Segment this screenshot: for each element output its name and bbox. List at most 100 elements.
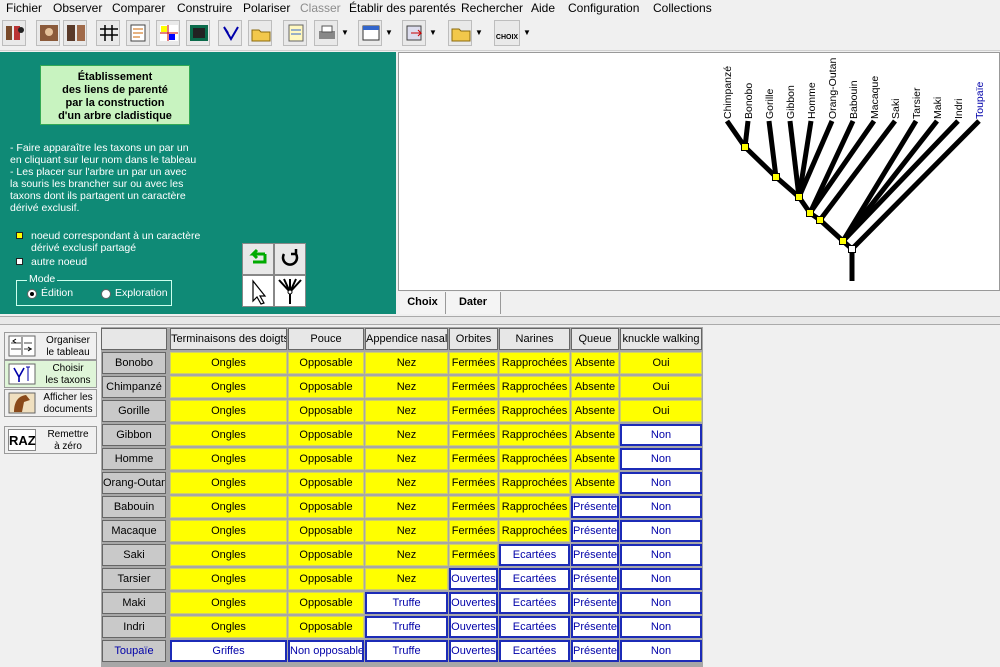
table-cell[interactable]: Ongles: [170, 592, 287, 614]
sheet-icon[interactable]: [126, 20, 150, 46]
table-cell[interactable]: Absente: [571, 352, 619, 374]
menu-établir-des-parentés[interactable]: Établir des parentés: [349, 1, 456, 15]
tree-node[interactable]: [816, 216, 824, 224]
column-header[interactable]: Appendice nasal: [365, 328, 448, 350]
taxon-label[interactable]: Orang-Outan: [827, 58, 839, 119]
print-icon[interactable]: [314, 20, 338, 46]
table-cell[interactable]: Ecartées: [499, 640, 570, 662]
table-cell[interactable]: Rapprochées: [499, 352, 570, 374]
table-cell[interactable]: Ongles: [170, 352, 287, 374]
table-cell[interactable]: Opposable: [288, 616, 364, 638]
table-cell[interactable]: Ouvertes: [449, 640, 498, 662]
table-cell[interactable]: Fermées: [449, 544, 498, 566]
table-cell[interactable]: Oui: [620, 352, 702, 374]
table-cell[interactable]: Ecartées: [499, 592, 570, 614]
taxon-label[interactable]: Chimpanzé: [722, 66, 734, 119]
row-header-taxon[interactable]: Chimpanzé: [102, 376, 166, 398]
row-header-taxon[interactable]: Babouin: [102, 496, 166, 518]
table-cell[interactable]: Ongles: [170, 424, 287, 446]
row-header-taxon[interactable]: Tarsier: [102, 568, 166, 590]
folder-dropdown-arrow[interactable]: ▼: [474, 20, 484, 46]
table-cell[interactable]: Non: [620, 544, 702, 566]
mode-edit-label[interactable]: Édition: [41, 287, 73, 299]
choose-taxa-button[interactable]: Choisir les taxons: [4, 360, 97, 388]
export-icon[interactable]: [402, 20, 426, 46]
photo-icon[interactable]: [36, 20, 60, 46]
menu-rechercher[interactable]: Rechercher: [461, 1, 523, 15]
splitter[interactable]: [0, 316, 1000, 325]
menu-configuration[interactable]: Configuration: [568, 1, 639, 15]
table-cell[interactable]: Présente: [571, 616, 619, 638]
mode-explore-label[interactable]: Exploration: [115, 287, 168, 299]
table-cell[interactable]: Présente: [571, 640, 619, 662]
table-cell[interactable]: Fermées: [449, 400, 498, 422]
row-header-taxon[interactable]: Gibbon: [102, 424, 166, 446]
table-cell[interactable]: Absente: [571, 376, 619, 398]
compare-photos-icon[interactable]: [63, 20, 87, 46]
column-header[interactable]: Terminaisons des doigts: [170, 328, 287, 350]
taxon-label[interactable]: Toupaïe: [974, 81, 986, 119]
table-cell[interactable]: Non: [620, 568, 702, 590]
menu-aide[interactable]: Aide: [531, 1, 555, 15]
tree-node[interactable]: [795, 193, 803, 201]
table-cell[interactable]: Non: [620, 616, 702, 638]
branch-tool-button[interactable]: [274, 275, 306, 307]
table-cell[interactable]: Absente: [571, 472, 619, 494]
table-cell[interactable]: Fermées: [449, 448, 498, 470]
table-cell[interactable]: Rapprochées: [499, 472, 570, 494]
table-cell[interactable]: Fermées: [449, 376, 498, 398]
table-cell[interactable]: Griffes: [170, 640, 287, 662]
table-cell[interactable]: Ongles: [170, 544, 287, 566]
table-cell[interactable]: Truffe: [365, 640, 448, 662]
choix-icon[interactable]: CHOIX: [494, 20, 520, 46]
table-cell[interactable]: Fermées: [449, 496, 498, 518]
table-cell[interactable]: Présente: [571, 568, 619, 590]
table-cell[interactable]: Absente: [571, 424, 619, 446]
table-cell[interactable]: Rapprochées: [499, 400, 570, 422]
table-cell[interactable]: Non: [620, 448, 702, 470]
table-cell[interactable]: Opposable: [288, 568, 364, 590]
table-cell[interactable]: Ongles: [170, 448, 287, 470]
taxon-label[interactable]: Bonobo: [743, 83, 755, 119]
table-cell[interactable]: Non: [620, 424, 702, 446]
table-cell[interactable]: Ongles: [170, 568, 287, 590]
menu-construire[interactable]: Construire: [177, 1, 232, 15]
table-cell[interactable]: Non: [620, 496, 702, 518]
color-table-icon[interactable]: [186, 20, 210, 46]
table-cell[interactable]: Non: [620, 592, 702, 614]
menu-collections[interactable]: Collections: [653, 1, 712, 15]
show-documents-button[interactable]: Afficher les documents: [4, 389, 97, 417]
table-cell[interactable]: Opposable: [288, 400, 364, 422]
row-header-taxon[interactable]: Saki: [102, 544, 166, 566]
mode-edit-radio[interactable]: [27, 289, 37, 299]
table-cell[interactable]: Absente: [571, 448, 619, 470]
table-cell[interactable]: Ongles: [170, 472, 287, 494]
table-cell[interactable]: Oui: [620, 376, 702, 398]
table-cell[interactable]: Présente: [571, 520, 619, 542]
mode-explore-radio[interactable]: [101, 289, 111, 299]
table-cell[interactable]: Opposable: [288, 424, 364, 446]
table-cell[interactable]: Nez: [365, 520, 448, 542]
table-cell[interactable]: Fermées: [449, 424, 498, 446]
table-cell[interactable]: Opposable: [288, 448, 364, 470]
table-cell[interactable]: Nez: [365, 544, 448, 566]
table-cell[interactable]: Ecartées: [499, 616, 570, 638]
tree-node[interactable]: [806, 209, 814, 217]
table-cell[interactable]: Présente: [571, 496, 619, 518]
tree-node[interactable]: [741, 143, 749, 151]
taxon-label[interactable]: Gorille: [764, 88, 776, 119]
table-cell[interactable]: Nez: [365, 496, 448, 518]
table-cell[interactable]: Non: [620, 520, 702, 542]
table-cell[interactable]: Opposable: [288, 544, 364, 566]
column-header[interactable]: Narines: [499, 328, 570, 350]
table-cell[interactable]: Opposable: [288, 376, 364, 398]
table-cell[interactable]: Opposable: [288, 520, 364, 542]
grid-icon[interactable]: [96, 20, 120, 46]
organize-table-button[interactable]: Organiser le tableau: [4, 332, 97, 360]
cladogram-icon[interactable]: [218, 20, 242, 46]
taxon-label[interactable]: Indri: [953, 99, 965, 119]
table-cell[interactable]: Ouvertes: [449, 616, 498, 638]
row-header-taxon[interactable]: Maki: [102, 592, 166, 614]
table-cell[interactable]: Opposable: [288, 352, 364, 374]
menu-classer[interactable]: Classer: [300, 1, 341, 15]
